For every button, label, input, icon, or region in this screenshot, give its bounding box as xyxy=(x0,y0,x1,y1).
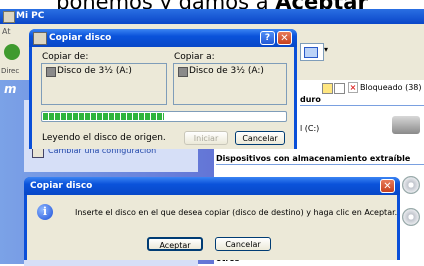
toolbar-partial-text: At xyxy=(2,27,11,36)
checkbox-icon xyxy=(334,83,345,94)
copy-from-item[interactable]: Disco de 3½ (A:) xyxy=(57,66,132,76)
back-icon[interactable] xyxy=(4,44,20,60)
copy-to-list[interactable]: Disco de 3½ (A:) xyxy=(173,63,287,105)
floppy-drive-icon xyxy=(46,67,56,77)
copy-from-label: Copiar de: xyxy=(42,52,89,62)
insert-disk-body: i Inserte el disco en el que desea copia… xyxy=(27,195,397,260)
copy-to-label: Copiar a: xyxy=(174,52,215,62)
views-button[interactable]: ▾ xyxy=(300,43,328,61)
explorer-title: Mi PC xyxy=(16,11,45,21)
hard-drive-icon[interactable] xyxy=(392,116,420,134)
ok-button[interactable]: Aceptar xyxy=(147,237,203,251)
close-button[interactable]: ✕ xyxy=(277,31,292,45)
cd-drive-icon[interactable] xyxy=(402,208,420,226)
blocked-label[interactable]: Bloqueado (38) xyxy=(360,83,422,92)
copy-disk-body: Copiar de: Copiar a: Disco de 3½ (A:) Di… xyxy=(32,47,294,149)
my-computer-icon xyxy=(3,11,15,23)
blocked-indicator: × Bloqueado (38) xyxy=(322,82,422,96)
cd-drive-icon[interactable] xyxy=(402,176,420,194)
prompt-cancel-button[interactable]: Cancelar xyxy=(215,237,271,251)
copy-disk-dialog: Copiar disco ? ✕ Copiar de: Copiar a: Di… xyxy=(29,29,297,149)
copy-cancel-button[interactable]: Cancelar xyxy=(235,131,285,145)
block-icon: × xyxy=(348,82,358,93)
progress-fill xyxy=(43,113,164,120)
copy-progress-bar xyxy=(41,111,287,122)
views-icon xyxy=(304,47,318,58)
copy-status-text: Leyendo el disco de origen. xyxy=(42,133,166,143)
insert-disk-dialog: Copiar disco ✕ i Inserte el disco en el … xyxy=(24,177,400,260)
insert-disk-message: Inserte el disco en el que desea copiar … xyxy=(75,208,398,217)
start-button[interactable]: Iniciar xyxy=(184,131,228,145)
help-button[interactable]: ? xyxy=(260,31,275,45)
removable-section: Dispositivos con almacenamiento extraíbl… xyxy=(216,154,411,163)
close-button[interactable]: ✕ xyxy=(380,179,395,193)
hard-disk-section: duro xyxy=(300,95,321,104)
floppy-drive-icon xyxy=(178,67,188,77)
insert-disk-title: Copiar disco xyxy=(30,181,93,191)
copy-from-list[interactable]: Disco de 3½ (A:) xyxy=(41,63,167,105)
explorer-titlebar: Mi PC xyxy=(0,9,424,24)
section-divider xyxy=(300,105,424,106)
pencil-icon xyxy=(322,83,333,94)
copy-disk-icon xyxy=(33,32,47,45)
copy-disk-title: Copiar disco xyxy=(49,33,112,43)
insert-disk-titlebar: Copiar disco ✕ xyxy=(24,177,400,195)
chevron-down-icon: ▾ xyxy=(324,45,329,54)
drive-c-label[interactable]: l (C:) xyxy=(300,124,319,133)
copy-disk-titlebar: Copiar disco ? ✕ xyxy=(29,29,297,47)
copy-to-item[interactable]: Disco de 3½ (A:) xyxy=(189,66,264,76)
task-pane-heading: m xyxy=(4,82,17,96)
address-label: Direc xyxy=(1,67,20,75)
section-divider xyxy=(216,164,424,165)
info-icon: i xyxy=(37,204,53,220)
